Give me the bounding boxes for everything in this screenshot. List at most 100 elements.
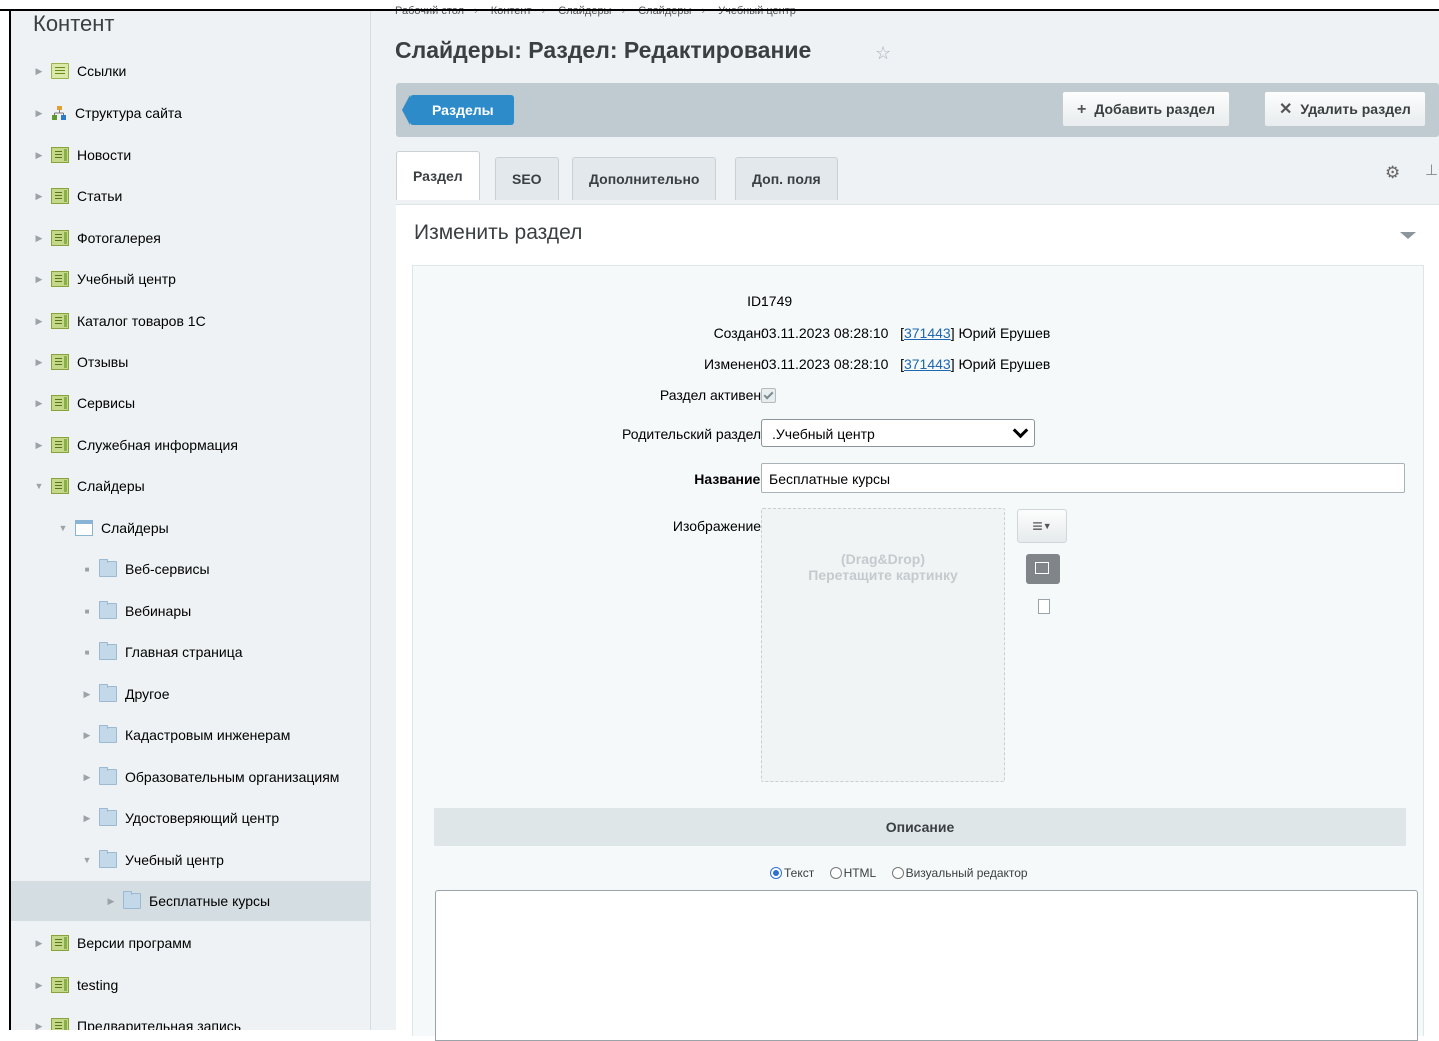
pin-icon[interactable]: ⊥ bbox=[1425, 161, 1438, 179]
sidebar-item-sliders-block[interactable]: ▼ Слайдеры bbox=[11, 508, 370, 548]
breadcrumb-item[interactable]: Рабочий стол bbox=[395, 5, 464, 17]
expand-arrow-icon[interactable]: ▶ bbox=[33, 357, 45, 368]
book-icon bbox=[51, 313, 69, 329]
book-icon bbox=[51, 230, 69, 246]
sidebar-item-label: Ссылки bbox=[77, 63, 127, 79]
collapse-arrow-icon[interactable]: ▼ bbox=[81, 855, 93, 865]
radio-visual-label: Визуальный редактор bbox=[905, 866, 1028, 880]
breadcrumb-item[interactable]: Учебный центр bbox=[718, 5, 796, 17]
folder-icon bbox=[99, 850, 117, 868]
sidebar-item-photogallery[interactable]: ▶ Фотогалерея bbox=[11, 218, 370, 258]
radio-text[interactable] bbox=[770, 867, 782, 879]
sidebar-item-service-info[interactable]: ▶ Служебная информация bbox=[11, 425, 370, 465]
structure-icon bbox=[51, 105, 67, 121]
radio-visual[interactable] bbox=[891, 867, 904, 879]
collapse-arrow-icon[interactable]: ▼ bbox=[33, 481, 45, 491]
toolbar: Разделы + Добавить раздел ✕ Удалить раздел bbox=[396, 83, 1439, 137]
sidebar-item-news[interactable]: ▶ Новости bbox=[11, 135, 370, 175]
expand-arrow-icon[interactable]: ▶ bbox=[81, 730, 93, 741]
tab-extra-fields[interactable]: Доп. поля bbox=[735, 157, 838, 200]
expand-arrow-icon[interactable]: ▶ bbox=[33, 980, 45, 991]
book-icon bbox=[51, 271, 69, 287]
breadcrumb-item[interactable]: Слайдеры bbox=[638, 5, 691, 17]
created-user-link[interactable]: 371443 bbox=[904, 325, 951, 341]
expand-arrow-icon[interactable]: ▶ bbox=[33, 66, 45, 77]
active-checkbox[interactable] bbox=[761, 388, 776, 403]
sidebar-item-educational-orgs[interactable]: ▶ Образовательным организациям bbox=[11, 757, 370, 797]
expand-arrow-icon[interactable]: ▶ bbox=[81, 772, 93, 783]
modified-date: 03.11.2023 08:28:10 bbox=[761, 356, 889, 372]
book-icon bbox=[51, 437, 69, 453]
bullet-icon: ■ bbox=[84, 606, 90, 616]
sidebar-item-label: Отзывы bbox=[77, 354, 129, 370]
breadcrumb-item[interactable]: Контент bbox=[491, 5, 532, 17]
sidebar-item-web-services[interactable]: ■ Веб-сервисы bbox=[11, 549, 370, 589]
sidebar-item-sliders[interactable]: ▼ Слайдеры bbox=[11, 466, 370, 506]
expand-arrow-icon[interactable]: ▶ bbox=[33, 938, 45, 949]
sections-button[interactable]: Разделы bbox=[402, 95, 514, 125]
star-icon[interactable]: ☆ bbox=[875, 43, 891, 64]
folder-icon bbox=[123, 891, 141, 909]
sidebar-item-main-page[interactable]: ■ Главная страница bbox=[11, 632, 370, 672]
expand-arrow-icon[interactable]: ▶ bbox=[105, 896, 117, 907]
sidebar-item-links[interactable]: ▶ Ссылки bbox=[11, 51, 370, 91]
expand-arrow-icon[interactable]: ▶ bbox=[33, 440, 45, 451]
sidebar-item-label: Бесплатные курсы bbox=[149, 893, 271, 909]
expand-arrow-icon[interactable]: ▶ bbox=[33, 316, 45, 327]
sidebar-item-reviews[interactable]: ▶ Отзывы bbox=[11, 342, 370, 382]
sidebar-item-certifying-center[interactable]: ▶ Удостоверяющий центр bbox=[11, 798, 370, 838]
sidebar-item-preregistration[interactable]: ▶ Предварительная запись bbox=[11, 1006, 370, 1031]
bullet-icon: ■ bbox=[84, 647, 90, 657]
gear-icon[interactable]: ⚙ bbox=[1385, 163, 1400, 183]
sidebar-item-label: Удостоверяющий центр bbox=[125, 810, 280, 826]
tab-additional[interactable]: Дополнительно bbox=[572, 157, 717, 200]
file-icon[interactable] bbox=[1038, 599, 1050, 614]
sidebar-item-free-courses[interactable]: ▶ Бесплатные курсы bbox=[11, 881, 370, 921]
sidebar-item-program-versions[interactable]: ▶ Версии программ bbox=[11, 923, 370, 963]
radio-html[interactable] bbox=[829, 867, 842, 879]
sidebar-item-training-center-folder[interactable]: ▼ Учебный центр bbox=[11, 840, 370, 880]
image-dropzone[interactable]: (Drag&Drop) Перетащите картинку bbox=[761, 508, 1005, 782]
sidebar-item-articles[interactable]: ▶ Статьи bbox=[11, 176, 370, 216]
expand-arrow-icon[interactable]: ▶ bbox=[33, 1021, 45, 1031]
dropzone-text: Перетащите картинку bbox=[808, 567, 958, 583]
sidebar-item-training-center[interactable]: ▶ Учебный центр bbox=[11, 259, 370, 299]
sidebar-item-label: Статьи bbox=[77, 188, 123, 204]
dropzone-hint: (Drag&Drop) bbox=[841, 551, 925, 567]
expand-arrow-icon[interactable]: ▶ bbox=[33, 274, 45, 285]
collapse-icon[interactable] bbox=[1400, 232, 1416, 239]
delete-section-button[interactable]: ✕ Удалить раздел bbox=[1264, 91, 1426, 127]
image-menu-button[interactable]: ≡▼ bbox=[1017, 509, 1067, 543]
sidebar-item-webinars[interactable]: ■ Вебинары bbox=[11, 591, 370, 631]
expand-arrow-icon[interactable]: ▶ bbox=[33, 398, 45, 409]
sidebar-item-label: Служебная информация bbox=[77, 437, 238, 453]
add-section-button[interactable]: + Добавить раздел bbox=[1062, 91, 1231, 127]
sidebar-item-label: Учебный центр bbox=[125, 852, 224, 868]
sidebar-title: Контент bbox=[33, 11, 115, 36]
sidebar-item-other[interactable]: ▶ Другое bbox=[11, 674, 370, 714]
breadcrumb-item[interactable]: Слайдеры bbox=[558, 5, 611, 17]
description-textarea[interactable] bbox=[435, 890, 1418, 1041]
sidebar-item-cadastral[interactable]: ▶ Кадастровым инженерам bbox=[11, 715, 370, 755]
expand-arrow-icon[interactable]: ▶ bbox=[33, 150, 45, 161]
created-label: Создан: bbox=[713, 325, 765, 341]
expand-arrow-icon[interactable]: ▶ bbox=[33, 108, 45, 119]
tab-seo[interactable]: SEO bbox=[495, 157, 559, 200]
modified-user-link[interactable]: 371443 bbox=[904, 356, 951, 372]
expand-arrow-icon[interactable]: ▶ bbox=[81, 689, 93, 700]
description-type-radios: Текст HTML Визуальный редактор bbox=[770, 866, 1040, 880]
expand-arrow-icon[interactable]: ▶ bbox=[33, 233, 45, 244]
sidebar-item-catalog-1c[interactable]: ▶ Каталог товаров 1С bbox=[11, 301, 370, 341]
tab-section[interactable]: Раздел bbox=[396, 151, 480, 200]
folder-icon bbox=[99, 642, 117, 660]
parent-select-value: .Учебный центр bbox=[772, 426, 875, 442]
parent-select[interactable]: .Учебный центр bbox=[761, 419, 1035, 447]
image-icon[interactable] bbox=[1026, 554, 1060, 584]
collapse-arrow-icon[interactable]: ▼ bbox=[57, 523, 69, 533]
sidebar-item-services[interactable]: ▶ Сервисы bbox=[11, 383, 370, 423]
sidebar-item-testing[interactable]: ▶ testing bbox=[11, 965, 370, 1005]
sidebar-item-site-structure[interactable]: ▶ Структура сайта bbox=[11, 93, 370, 133]
expand-arrow-icon[interactable]: ▶ bbox=[33, 191, 45, 202]
name-input[interactable]: Бесплатные курсы bbox=[761, 463, 1405, 493]
expand-arrow-icon[interactable]: ▶ bbox=[81, 813, 93, 824]
